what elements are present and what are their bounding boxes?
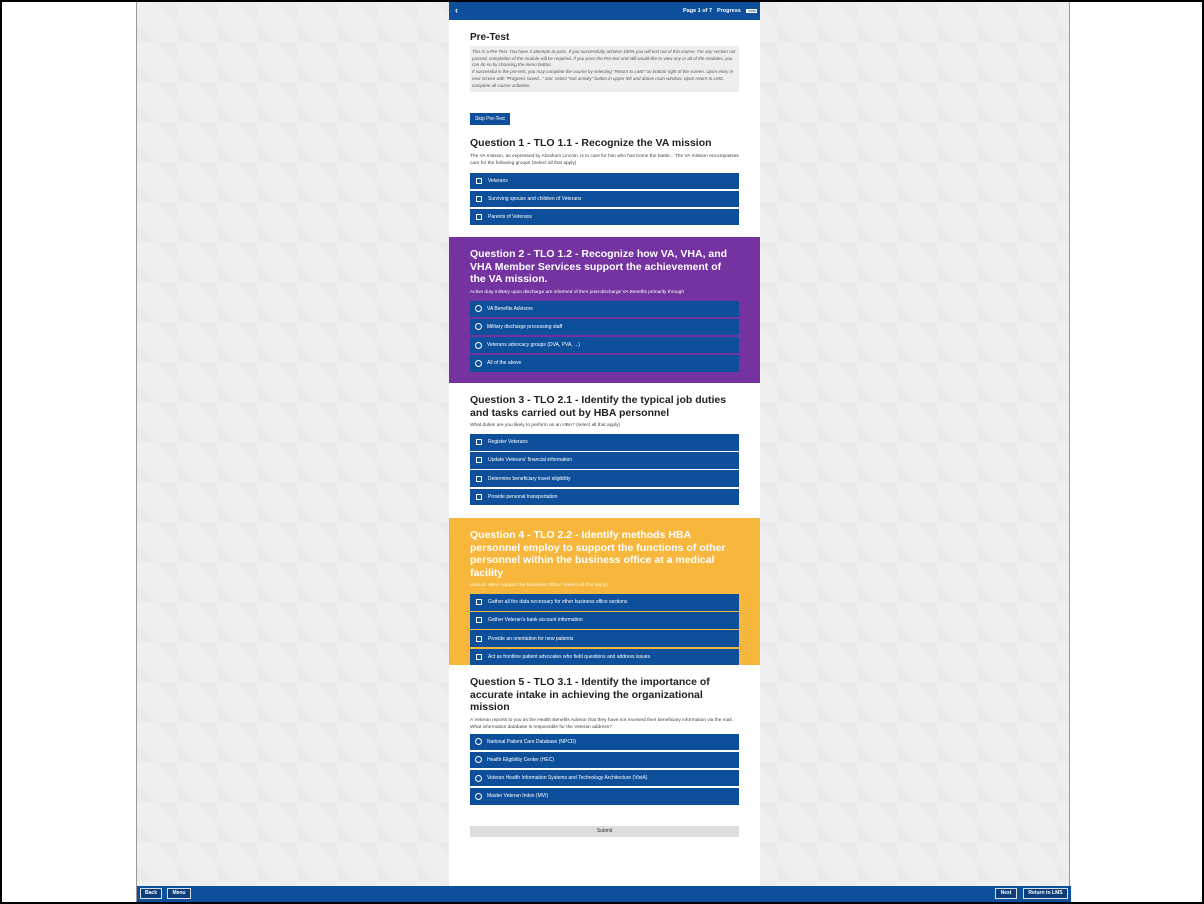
radio-option[interactable]: Master Veteran Index (MVI) <box>470 788 739 805</box>
question-title: Question 1 - TLO 1.1 - Recognize the VA … <box>470 137 712 149</box>
checkbox-icon[interactable] <box>476 653 482 660</box>
back-chevron-icon[interactable]: ‹ <box>455 5 458 15</box>
option-label: Veterans advocacy groups (DVA, PVA, ...) <box>487 342 580 349</box>
menu-button[interactable]: Menu <box>167 888 191 899</box>
option-label: Register Veterans <box>488 439 528 446</box>
checkbox-icon[interactable] <box>476 599 482 606</box>
radio-option[interactable]: VA Benefits Advisors <box>470 300 739 317</box>
checkbox-icon[interactable] <box>476 457 482 464</box>
bottom-navigation-bar: Back Menu Next Return to LMS <box>137 886 1071 902</box>
pretest-intro: Pre-Test This is a Pre-Test. You have 3 … <box>449 32 760 126</box>
instructions-box: This is a Pre-Test. You have 3 attempts … <box>470 46 739 93</box>
option-label: Update Veterans' financial information <box>488 457 573 464</box>
checkbox-option[interactable]: Provide personal transportation <box>470 488 739 506</box>
skip-pretest-button[interactable]: Skip Pre-Test <box>470 113 510 126</box>
checkbox-option[interactable]: Gather Veteran's bank account informatio… <box>470 612 739 629</box>
option-label: Surviving spouse and children of Veteran… <box>488 195 582 202</box>
radio-icon[interactable] <box>475 756 482 764</box>
top-bar: ‹ Page 1 of 7 Progress <box>449 2 760 20</box>
checkbox-icon[interactable] <box>476 617 482 624</box>
option-label: VA Benefits Advisors <box>487 305 533 312</box>
checkbox-icon[interactable] <box>476 493 482 500</box>
option-label: Parents of Veterans <box>488 214 532 221</box>
radio-icon[interactable] <box>475 359 482 367</box>
radio-option[interactable]: Health Eligibility Center (HEC) <box>470 751 739 769</box>
option-label: Master Veteran Index (MVI) <box>487 793 549 800</box>
checkbox-option[interactable]: Determine beneficiary travel eligibility <box>470 470 739 487</box>
question-prompt: How do HBAs support the Business Office?… <box>470 583 608 588</box>
question-4: Question 4 - TLO 2.2 - Identify methods … <box>449 518 760 666</box>
return-to-lms-button[interactable]: Return to LMS <box>1023 888 1068 899</box>
next-button[interactable]: Next <box>995 888 1017 899</box>
checkbox-icon[interactable] <box>476 195 482 202</box>
question-2: Question 2 - TLO 1.2 - Recognize how VA,… <box>449 237 760 383</box>
radio-option[interactable]: National Patient Care Database (NPCD) <box>470 733 739 750</box>
checkbox-option[interactable]: Veterans <box>470 172 739 189</box>
checkbox-icon[interactable] <box>476 177 482 184</box>
option-label: Gather all the data necessary for other … <box>488 599 628 606</box>
question-title: Question 3 - TLO 2.1 - Identify the typi… <box>470 394 727 419</box>
question-prompt: Active duty military upon discharge are … <box>470 289 685 295</box>
radio-option[interactable]: Veteran Health Information Systems and T… <box>470 769 739 787</box>
radio-icon[interactable] <box>475 792 482 800</box>
back-button[interactable]: Back <box>140 888 162 899</box>
checkbox-option[interactable]: Act as frontline patient advocates who f… <box>470 648 739 666</box>
instructions-paragraph: This is a Pre-Test. You have 3 attempts … <box>472 49 736 68</box>
question-prompt: The VA mission, as expressed by Abraham … <box>470 153 739 166</box>
option-label: All of the above <box>487 360 522 367</box>
option-label: Gather Veteran's bank account informatio… <box>488 617 583 624</box>
option-label: Military discharge processing staff <box>487 323 563 330</box>
progress-label[interactable]: Progress <box>717 8 741 14</box>
question-prompt: A Veteran reports to you as the Health B… <box>470 717 733 730</box>
checkbox-icon[interactable] <box>476 475 482 482</box>
checkbox-option[interactable]: Surviving spouse and children of Veteran… <box>470 190 739 208</box>
checkbox-icon[interactable] <box>476 214 482 221</box>
submit-button[interactable]: Submit <box>470 826 739 837</box>
option-label: Health Eligibility Center (HEC) <box>487 756 554 763</box>
question-3: Question 3 - TLO 2.1 - Identify the typi… <box>449 394 760 507</box>
radio-option[interactable]: Veterans advocacy groups (DVA, PVA, ...) <box>470 336 739 354</box>
browser-viewport: ‹ Page 1 of 7 Progress Pre-Test This is … <box>2 2 1202 902</box>
checkbox-icon[interactable] <box>476 635 482 642</box>
question-1: Question 1 - TLO 1.1 - Recognize the VA … <box>449 137 760 227</box>
option-label: Veteran Health Information Systems and T… <box>487 775 648 782</box>
radio-icon[interactable] <box>475 738 482 746</box>
page-title: Pre-Test <box>470 32 510 43</box>
checkbox-option[interactable]: Parents of Veterans <box>470 208 739 226</box>
option-label: Determine beneficiary travel eligibility <box>488 475 571 482</box>
question-title: Question 4 - TLO 2.2 - Identify methods … <box>470 529 726 579</box>
question-title: Question 5 - TLO 3.1 - Identify the impo… <box>470 676 710 713</box>
option-label: National Patient Care Database (NPCD) <box>487 738 577 745</box>
radio-option[interactable]: All of the above <box>470 355 739 372</box>
radio-icon[interactable] <box>475 341 482 349</box>
submit-section: Submit <box>449 826 760 837</box>
progress-bar <box>746 9 757 13</box>
checkbox-option[interactable]: Register Veterans <box>470 434 739 451</box>
option-label: Provide personal transportation <box>488 493 558 500</box>
instructions-paragraph: If successful in the pre-test, you may c… <box>472 69 734 88</box>
radio-icon[interactable] <box>475 305 482 313</box>
page-indicator: Page 1 of 7 <box>683 8 713 14</box>
radio-option[interactable]: Military discharge processing staff <box>470 318 739 336</box>
radio-icon[interactable] <box>475 774 482 782</box>
question-prompt: What duties are you likely to perform as… <box>470 423 621 428</box>
radio-icon[interactable] <box>475 323 482 331</box>
question-5: Question 5 - TLO 3.1 - Identify the impo… <box>449 676 760 806</box>
checkbox-option[interactable]: Provide an orientation for new patients <box>470 630 739 647</box>
option-label: Provide an orientation for new patients <box>488 635 574 642</box>
checkbox-option[interactable]: Gather all the data necessary for other … <box>470 594 739 611</box>
checkbox-option[interactable]: Update Veterans' financial information <box>470 452 739 469</box>
option-label: Veterans <box>488 177 508 184</box>
course-stage: ‹ Page 1 of 7 Progress Pre-Test This is … <box>136 2 1071 902</box>
course-content[interactable]: ‹ Page 1 of 7 Progress Pre-Test This is … <box>449 2 760 886</box>
question-title: Question 2 - TLO 1.2 - Recognize how VA,… <box>470 248 728 285</box>
option-label: Act as frontline patient advocates who f… <box>488 653 651 660</box>
checkbox-icon[interactable] <box>476 439 482 446</box>
